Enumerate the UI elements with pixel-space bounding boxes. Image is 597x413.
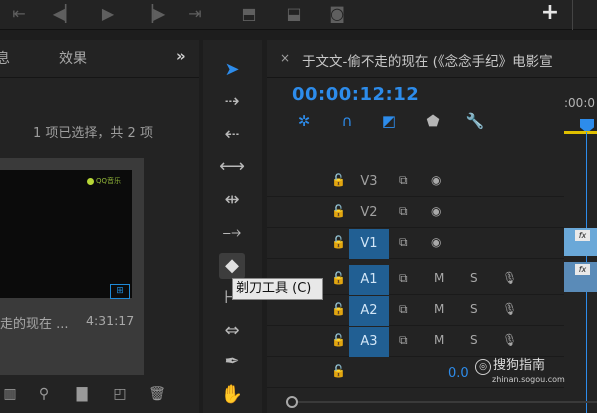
lock-icon[interactable]: 🔓 (331, 364, 346, 378)
play-icon[interactable]: ▶ (95, 3, 121, 25)
hand-tool-icon[interactable]: ✋ (219, 382, 245, 408)
solo-button[interactable]: S (470, 271, 478, 285)
toggle-sync-lock-icon[interactable]: ⧉ (399, 235, 408, 250)
track-row-v3: 🔓 V3 ⧉ ◉ (267, 166, 564, 197)
fx-badge: fx (575, 230, 590, 241)
new-item-icon[interactable]: ◰ (110, 386, 130, 402)
more-panels-icon[interactable]: » (176, 47, 186, 65)
track-name[interactable]: A1 (349, 265, 389, 295)
track-row-v1: 🔓 V1 ⧉ ◉ (267, 228, 564, 259)
pen-tool-icon[interactable]: ✒ (219, 349, 245, 375)
close-icon[interactable]: × (280, 51, 290, 65)
toggle-sync-lock-icon[interactable]: ⧉ (399, 333, 408, 348)
sequence-badge-icon: ⊞ (110, 284, 130, 299)
track-select-tool-icon[interactable]: ⇢ (219, 89, 245, 115)
move-tool-icon[interactable]: ⇔ (219, 318, 245, 344)
sogou-logo-icon: ◎ (475, 359, 491, 375)
toggle-sync-lock-icon[interactable]: ⧉ (399, 271, 408, 286)
watermark: ◎ 搜狗指南 zhinan.sogou.com (475, 354, 565, 384)
project-tabs: 息 效果 » (0, 40, 199, 78)
tab-info[interactable]: 息 (0, 48, 10, 68)
plus-icon[interactable]: + (538, 1, 562, 25)
lock-icon[interactable]: 🔓 (331, 204, 346, 218)
master-volume-value[interactable]: 0.0 (448, 366, 469, 381)
toggle-sync-lock-icon[interactable]: ⧉ (399, 204, 408, 219)
rolling-edit-tool-icon[interactable]: ⟷ (219, 154, 245, 180)
step-back-icon[interactable]: ◀▏ (52, 3, 78, 25)
microphone-icon[interactable]: 🎙 (502, 271, 517, 285)
clip-name: 走的现在 ... (0, 317, 69, 332)
camera-icon[interactable]: ◙ (324, 3, 350, 25)
watermark-url: zhinan.sogou.com (492, 375, 565, 384)
folder-icon[interactable]: ▇ (72, 386, 92, 402)
timeline-clip-video[interactable]: fx (564, 228, 597, 256)
zoom-handle[interactable] (286, 396, 298, 408)
playhead-timecode[interactable]: 00:00:12:12 (292, 84, 419, 105)
ripple-edit-tool-icon[interactable]: ⇠ (219, 122, 245, 148)
timeline-clip-audio[interactable]: fx (564, 262, 597, 292)
timeline-scrollbar[interactable] (267, 388, 597, 413)
solo-button[interactable]: S (470, 333, 478, 347)
go-to-in-icon[interactable]: ⇤ (6, 3, 32, 25)
project-panel: 息 效果 » 1 项已选择，共 2 项 QQ音乐 ⊞ 走的现在 ... 4:31… (0, 40, 199, 413)
sequence-title: 于文文-偷不走的现在 (《念念手纪》电影宣 (302, 54, 553, 70)
transport-bar: ⇤ ◀▏ ▶ ▕▶ ⇥ ⬒ ⬓ ◙ + (0, 0, 597, 30)
track-row-a3: 🔓 A3 ⧉ M S 🎙 (267, 326, 564, 357)
linked-selection-icon[interactable]: ∩ (336, 110, 358, 132)
wrench-icon[interactable]: 🔧 (464, 110, 486, 132)
mute-button[interactable]: M (434, 302, 444, 316)
eye-icon[interactable]: ◉ (431, 173, 441, 187)
selection-tool-icon[interactable]: ➤ (219, 57, 245, 83)
eye-icon[interactable]: ◉ (431, 235, 441, 249)
track-name[interactable]: V2 (349, 198, 389, 228)
step-forward-icon[interactable]: ▕▶ (140, 3, 166, 25)
rate-stretch-tool-icon[interactable]: ⇹ (219, 187, 245, 213)
zoom-slider-icon[interactable]: ▥ (0, 386, 20, 402)
lock-icon[interactable]: 🔓 (331, 271, 346, 285)
mute-button[interactable]: M (434, 271, 444, 285)
track-row-v2: 🔓 V2 ⧉ ◉ (267, 197, 564, 228)
toggle-sync-lock-icon[interactable]: ⧉ (399, 302, 408, 317)
project-footer: ▥ ⚲ ▇ ◰ 🗑 (0, 378, 199, 413)
go-to-out-icon[interactable]: ⇥ (182, 3, 208, 25)
solo-button[interactable]: S (470, 302, 478, 316)
microphone-icon[interactable]: 🎙 (502, 333, 517, 347)
scroll-track[interactable] (298, 401, 597, 403)
microphone-icon[interactable]: 🎙 (502, 302, 517, 316)
sequence-tab[interactable]: × 于文文-偷不走的现在 (《念念手纪》电影宣 (267, 40, 597, 78)
qq-music-logo: QQ音乐 (87, 176, 121, 186)
lift-icon[interactable]: ⬒ (236, 3, 262, 25)
tab-effects[interactable]: 效果 (59, 48, 87, 68)
selection-info: 1 项已选择，共 2 项 (33, 126, 153, 141)
marker-icon[interactable]: ⬟ (422, 110, 444, 132)
clip-duration: 4:31:17 (86, 313, 135, 328)
lock-icon[interactable]: 🔓 (331, 333, 346, 347)
extract-icon[interactable]: ⬓ (281, 3, 307, 25)
track-name[interactable]: A2 (349, 296, 389, 326)
snap-icon[interactable]: ✲ (293, 110, 315, 132)
track-name[interactable]: A3 (349, 327, 389, 357)
add-marker-nest-icon[interactable]: ◩ (378, 110, 400, 132)
razor-tool-tooltip: 剃刀工具 (C) (232, 278, 323, 300)
ruler-label: :00:0 (564, 96, 595, 110)
fx-badge: fx (575, 264, 590, 275)
work-area-bar[interactable] (564, 131, 597, 134)
search-icon[interactable]: ⚲ (34, 386, 54, 402)
tools-panel: ➤ ⇢ ⇠ ⟷ ⇹ ⤍ ◆ ⊢ ⇔ ✒ ✋ (203, 40, 262, 413)
toggle-sync-lock-icon[interactable]: ⧉ (399, 173, 408, 188)
razor-tool-icon[interactable]: ◆ (219, 253, 245, 279)
divider (572, 0, 573, 30)
mute-button[interactable]: M (434, 333, 444, 347)
watermark-title: 搜狗指南 (493, 358, 546, 373)
clip-thumbnail[interactable]: QQ音乐 ⊞ (0, 170, 132, 299)
eye-icon[interactable]: ◉ (431, 204, 441, 218)
trash-icon[interactable]: 🗑 (147, 386, 167, 402)
track-name[interactable]: V1 (349, 229, 389, 259)
lock-icon[interactable]: 🔓 (331, 302, 346, 316)
lock-icon[interactable]: 🔓 (331, 173, 346, 187)
lock-icon[interactable]: 🔓 (331, 235, 346, 249)
track-name[interactable]: V3 (349, 167, 389, 197)
project-clip[interactable]: QQ音乐 ⊞ 走的现在 ... 4:31:17 (0, 158, 144, 375)
slip-tool-icon[interactable]: ⤍ (219, 220, 245, 246)
